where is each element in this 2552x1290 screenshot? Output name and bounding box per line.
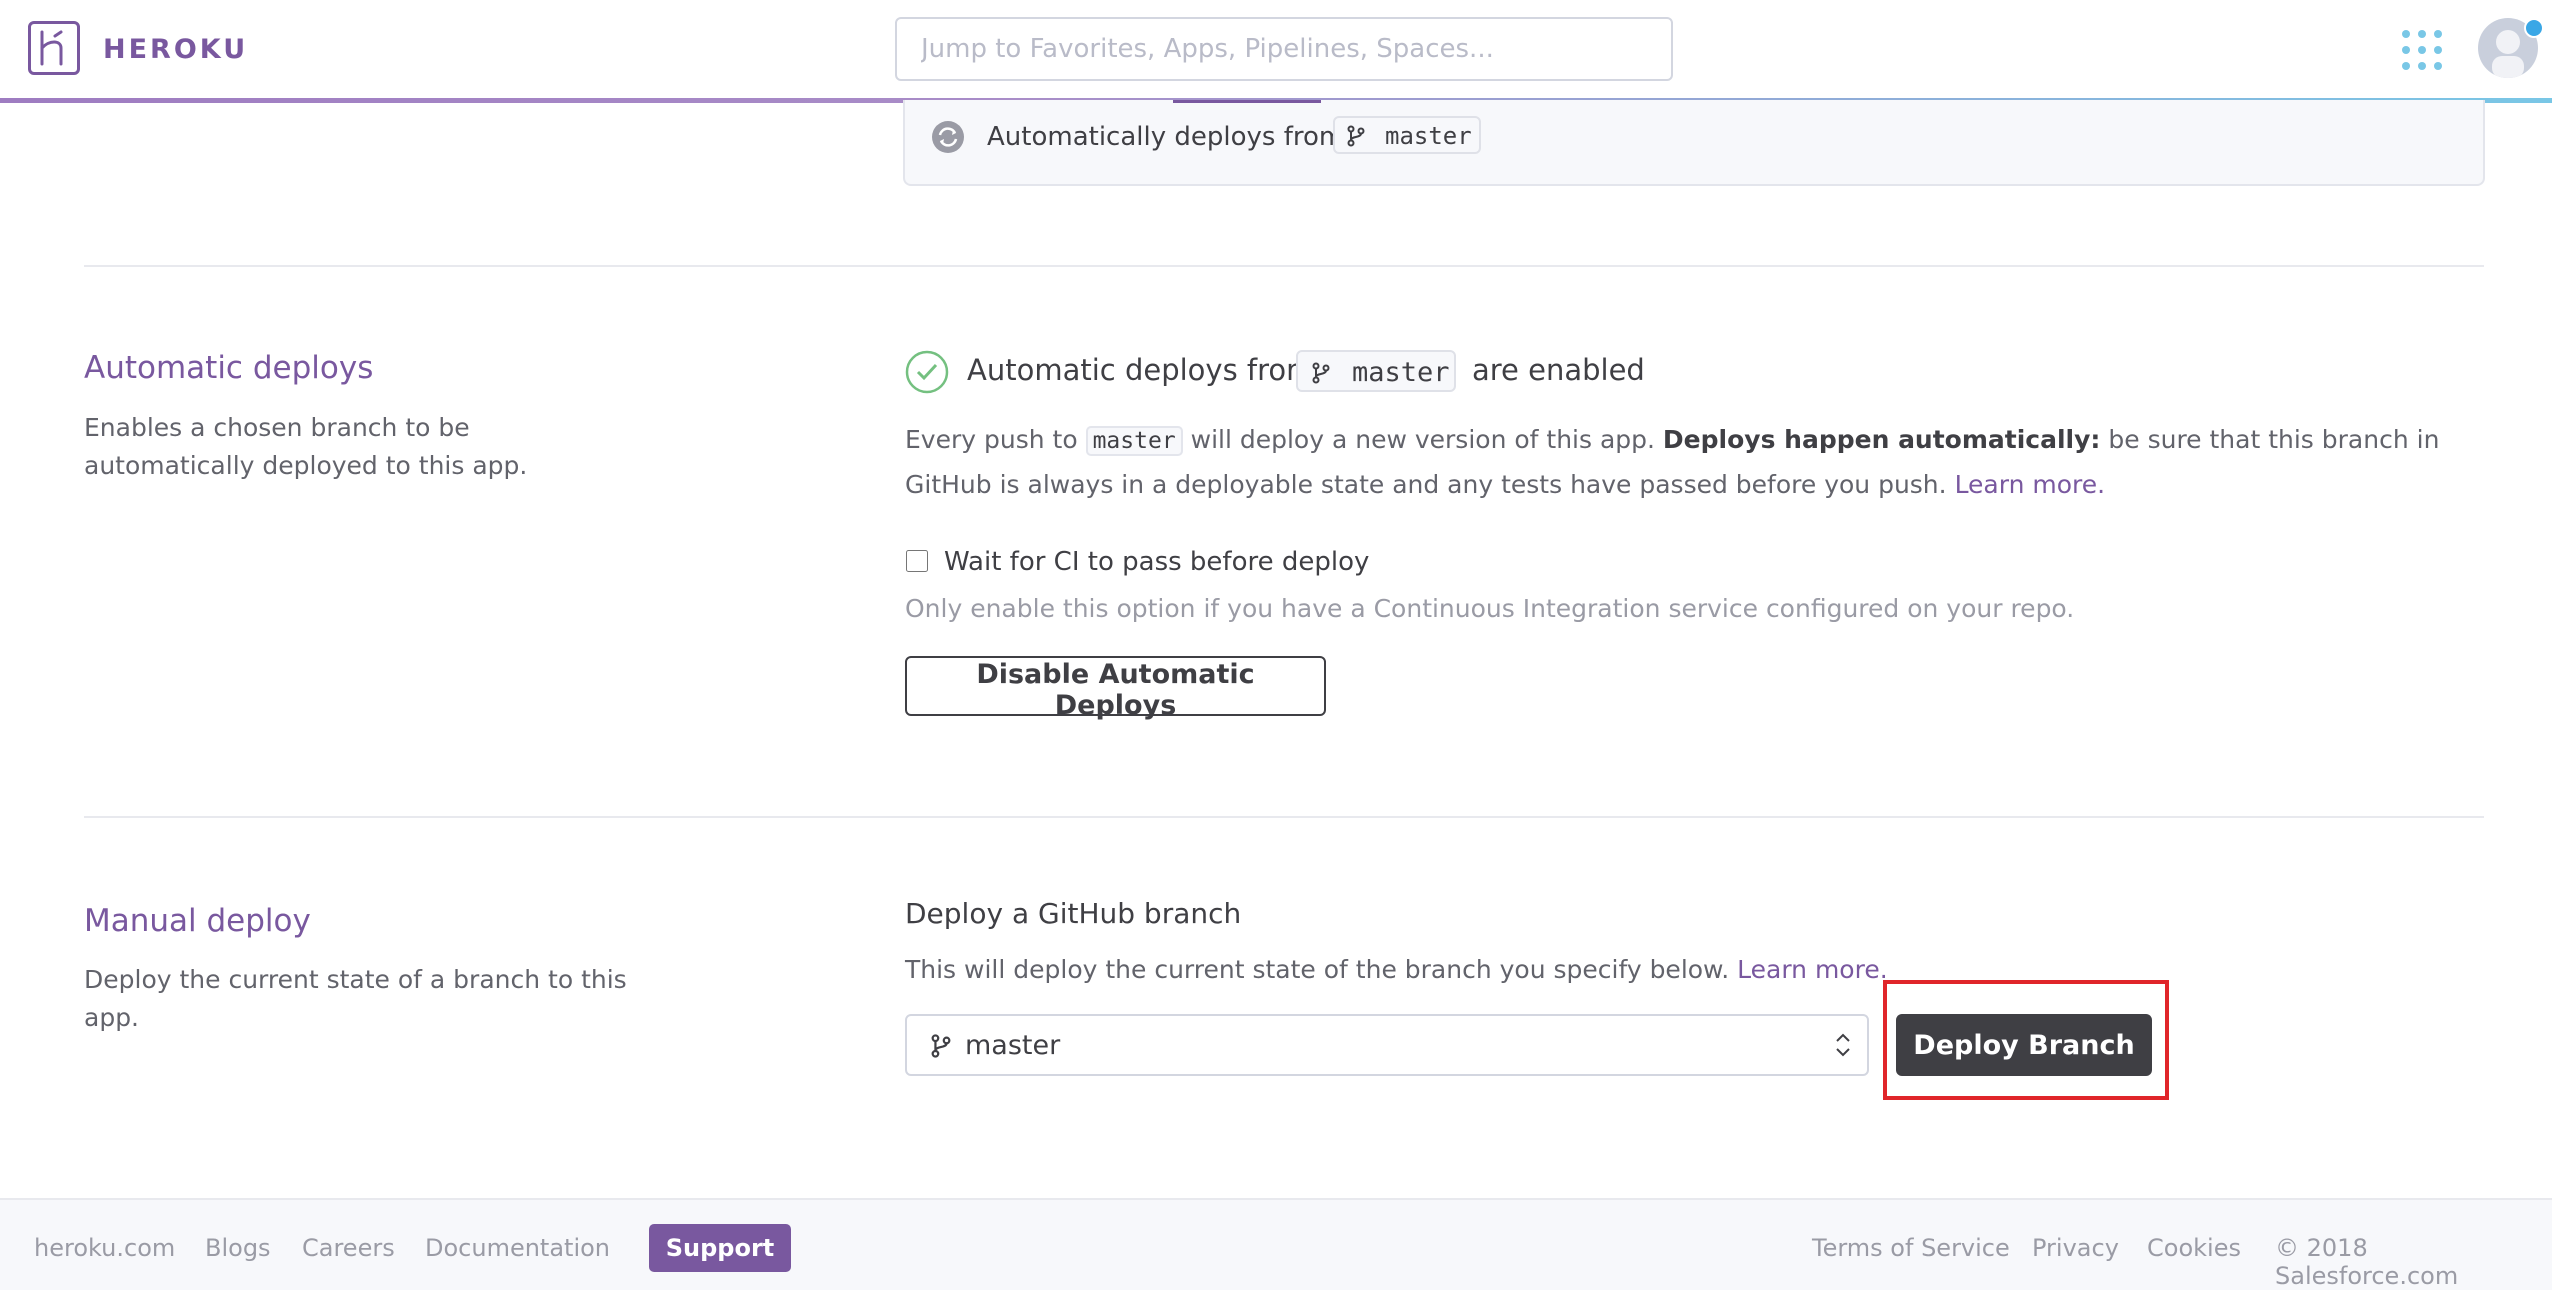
para-bold: Deploys happen automatically: xyxy=(1662,425,2101,454)
section-desc-automatic-deploys: Enables a chosen branch to be automatica… xyxy=(84,413,528,480)
branch-name: master xyxy=(1385,122,1472,150)
branch-name: master xyxy=(1352,357,1450,388)
disable-automatic-deploys-button[interactable]: Disable Automatic Deploys xyxy=(905,656,1326,721)
section-divider xyxy=(84,265,2484,267)
branch-icon xyxy=(931,1034,951,1058)
branch-pill: master xyxy=(1333,116,1481,154)
copyright: © 2018 Salesforce.com xyxy=(2275,1234,2459,1290)
search-input[interactable] xyxy=(895,17,1673,81)
apps-grid-icon[interactable] xyxy=(2402,30,2442,70)
select-caret-icon xyxy=(1836,1033,1850,1057)
branch-icon xyxy=(1347,125,1365,147)
ci-hint-text: Only enable this option if you have a Co… xyxy=(905,594,2075,623)
footer-link-terms[interactable]: Terms of Service xyxy=(1812,1234,2010,1262)
manual-desc-text: This will deploy the current state of th… xyxy=(905,955,1730,984)
manual-deploy-explanation: This will deploy the current state of th… xyxy=(905,955,1888,984)
footer-link-careers[interactable]: Careers xyxy=(302,1234,395,1262)
auto-deploy-status-suffix: are enabled xyxy=(1472,353,1645,387)
learn-more-link[interactable]: Learn more. xyxy=(1955,470,2106,499)
link-underline xyxy=(1173,100,1321,103)
auto-deploy-explanation: Every push to master will deploy a new v… xyxy=(905,418,2465,507)
auto-deploy-status-prefix: Automatic deploys from xyxy=(967,353,1315,387)
sync-icon xyxy=(932,121,964,153)
section-title-manual-deploy: Manual deploy xyxy=(84,903,311,939)
wait-for-ci-checkbox[interactable] xyxy=(906,550,928,572)
deploy-github-branch-heading: Deploy a GitHub branch xyxy=(905,897,1242,930)
check-circle-icon xyxy=(905,350,949,394)
para-prefix: Every push to xyxy=(905,425,1078,454)
branch-pill: master xyxy=(1296,350,1456,392)
footer-link-documentation[interactable]: Documentation xyxy=(425,1234,610,1262)
support-button[interactable]: Support xyxy=(649,1224,791,1272)
branch-icon xyxy=(1312,362,1330,384)
auto-deploy-status-text: Automatically deploys from xyxy=(987,122,1345,152)
para-mid: will deploy a new version of this app. xyxy=(1190,425,1655,454)
branch-select-value: master xyxy=(965,1030,1061,1061)
footer-link-cookies[interactable]: Cookies xyxy=(2147,1234,2241,1262)
section-divider xyxy=(84,816,2484,818)
github-connection-card: Automatically deploys from master xyxy=(903,100,2485,186)
footer-link-privacy[interactable]: Privacy xyxy=(2032,1234,2119,1262)
branch-code: master xyxy=(1085,426,1183,456)
branch-select[interactable]: master xyxy=(905,1014,1869,1076)
deploy-branch-button[interactable]: Deploy Branch xyxy=(1896,1014,2152,1076)
heroku-logo-icon[interactable] xyxy=(28,21,80,75)
brand-name[interactable]: HEROKU xyxy=(103,34,248,65)
section-desc-manual-deploy: Deploy the current state of a branch to … xyxy=(84,965,627,1032)
wait-for-ci-label[interactable]: Wait for CI to pass before deploy xyxy=(944,547,1369,577)
notification-dot xyxy=(2524,18,2544,38)
footer-link-blogs[interactable]: Blogs xyxy=(205,1234,271,1262)
footer: heroku.com Blogs Careers Documentation S… xyxy=(0,1198,2552,1290)
learn-more-link[interactable]: Learn more. xyxy=(1737,955,1888,984)
footer-link-heroku[interactable]: heroku.com xyxy=(34,1234,175,1262)
section-title-automatic-deploys: Automatic deploys xyxy=(84,350,374,386)
top-nav: HEROKU xyxy=(0,0,2552,103)
